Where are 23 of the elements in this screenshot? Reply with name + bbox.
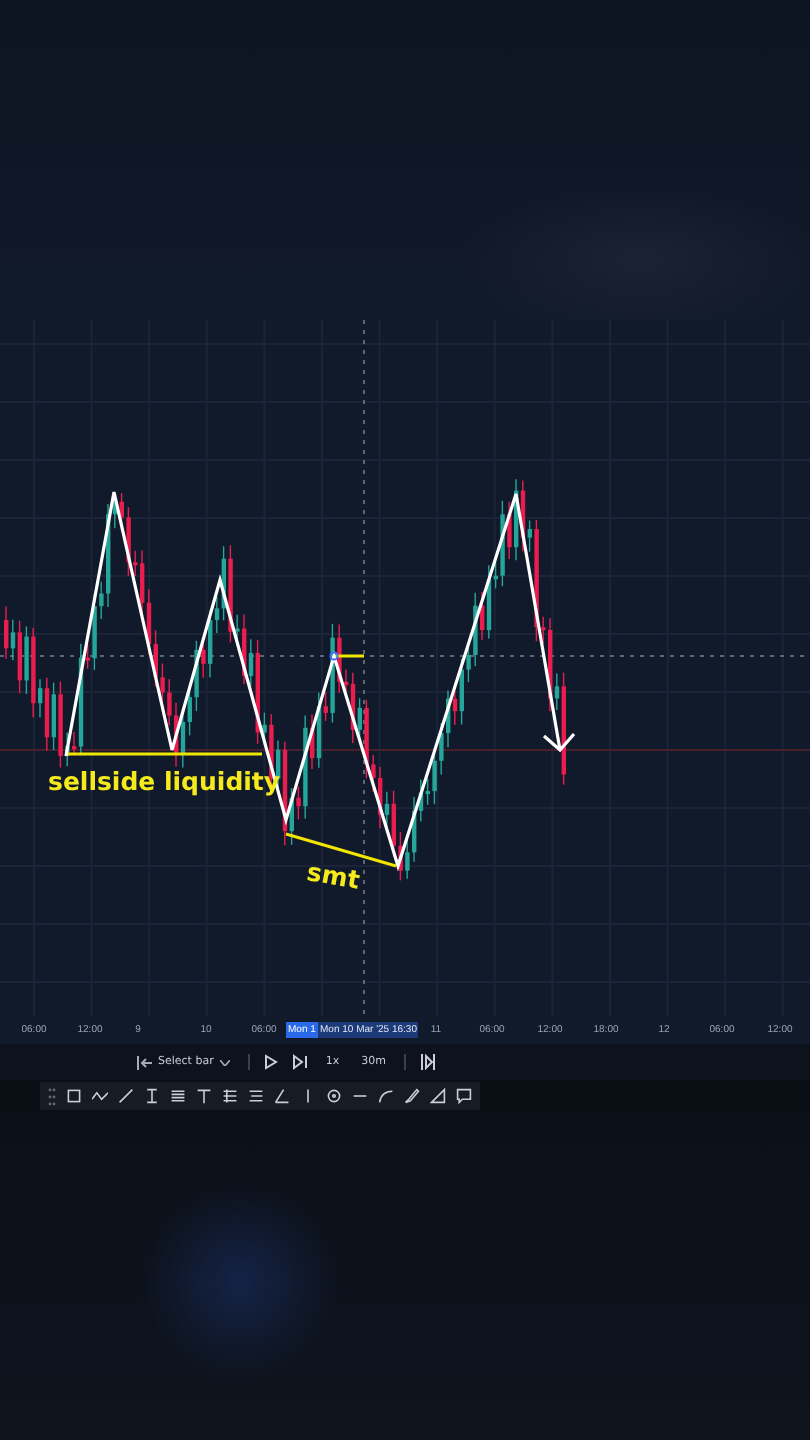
select-bar-icon: [136, 1055, 152, 1069]
lines-icon[interactable]: [170, 1088, 186, 1104]
trend-line-icon[interactable]: [118, 1088, 134, 1104]
callout-icon[interactable]: [456, 1088, 472, 1104]
text-tool-icon[interactable]: [196, 1088, 212, 1104]
ranges-icon[interactable]: [248, 1088, 264, 1104]
curve-icon[interactable]: [378, 1088, 394, 1104]
skip-to-end-icon[interactable]: [419, 1054, 436, 1070]
target-icon[interactable]: [326, 1088, 342, 1104]
step-forward-icon[interactable]: [291, 1054, 308, 1070]
angle-icon[interactable]: [274, 1088, 290, 1104]
rectangle-icon[interactable]: [66, 1088, 82, 1104]
polyline-icon[interactable]: [92, 1088, 108, 1104]
play-icon[interactable]: [263, 1054, 278, 1070]
cursor-text-icon[interactable]: [144, 1088, 160, 1104]
anchor-point[interactable]: [329, 651, 339, 661]
brush-icon[interactable]: [404, 1088, 420, 1104]
level-line: [334, 654, 364, 658]
caret-icon: [219, 1059, 230, 1065]
smt-line: [285, 832, 397, 868]
triangle-icon[interactable]: [430, 1088, 446, 1104]
chart-label: smt: [304, 856, 363, 895]
channel-icon[interactable]: [222, 1088, 238, 1104]
